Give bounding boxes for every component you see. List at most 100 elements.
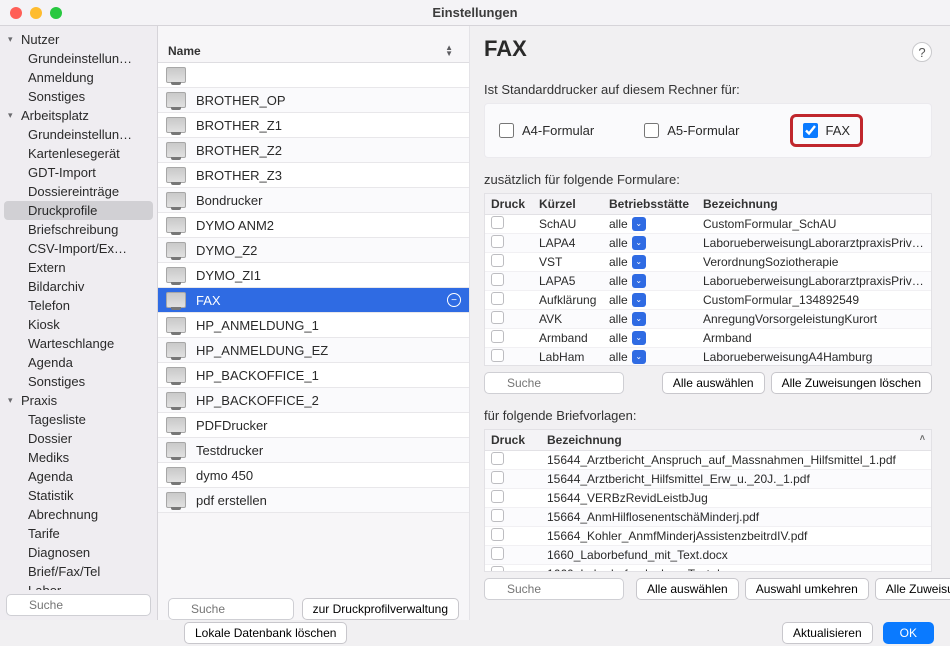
popup-indicator-icon[interactable]: ⌄	[632, 217, 646, 231]
sidebar-item[interactable]: GDT-Import	[0, 163, 157, 182]
printer-row[interactable]: PDFDrucker	[158, 413, 469, 438]
forms-table-body[interactable]: SchAUalle⌄CustomFormular_SchAULAPA4alle⌄…	[485, 215, 931, 365]
ok-button[interactable]: OK	[883, 622, 934, 644]
sidebar-item[interactable]: Abrechnung	[0, 505, 157, 524]
popup-indicator-icon[interactable]: ⌄	[632, 293, 646, 307]
row-checkbox[interactable]	[491, 452, 504, 465]
sidebar-item[interactable]: Tagesliste	[0, 410, 157, 429]
sidebar-item[interactable]: Diagnosen	[0, 543, 157, 562]
forms-row[interactable]: LabHamalle⌄LaborueberweisungA4Hamburg	[485, 348, 931, 365]
letters-invert-selection-button[interactable]: Auswahl umkehren	[745, 578, 869, 600]
forms-row[interactable]: LAPA5alle⌄LaborueberweisungLaborarztprax…	[485, 272, 931, 291]
forms-select-all-button[interactable]: Alle auswählen	[662, 372, 765, 394]
checkbox-input[interactable]	[499, 123, 514, 138]
printer-list-header[interactable]: Name ▲▼	[158, 40, 469, 63]
forms-col-betrieb[interactable]: Betriebsstätte	[609, 197, 703, 211]
printer-row[interactable]: Bondrucker	[158, 188, 469, 213]
default-printer-checkbox[interactable]: A4-Formular	[499, 123, 594, 138]
printer-row[interactable]: DYMO_Z2	[158, 238, 469, 263]
printer-list[interactable]: BROTHER_OPBROTHER_Z1BROTHER_Z2BROTHER_Z3…	[158, 63, 469, 590]
printer-row[interactable]: BROTHER_Z1	[158, 113, 469, 138]
default-printer-checkbox[interactable]: FAX	[803, 123, 851, 138]
sidebar-item[interactable]: Mediks	[0, 448, 157, 467]
forms-row[interactable]: Aufklärungalle⌄CustomFormular_134892549	[485, 291, 931, 310]
sidebar-item[interactable]: Druckprofile	[4, 201, 153, 220]
letters-row[interactable]: 1660_Laborbefund_mit_Text.docx	[485, 546, 931, 565]
printer-row[interactable]: HP_ANMELDUNG_EZ	[158, 338, 469, 363]
sidebar-item[interactable]: Kartenlesegerät	[0, 144, 157, 163]
row-checkbox[interactable]	[491, 547, 504, 560]
row-checkbox[interactable]	[491, 490, 504, 503]
letters-row[interactable]: 15664_AnmHilflosenentschäMinderj.pdf	[485, 508, 931, 527]
zoom-window-button[interactable]	[50, 7, 62, 19]
forms-col-kuerzel[interactable]: Kürzel	[539, 197, 609, 211]
letters-col-druck[interactable]: Druck	[491, 433, 547, 447]
delete-local-db-button[interactable]: Lokale Datenbank löschen	[184, 622, 347, 644]
letters-table-body[interactable]: 15644_Arztbericht_Anspruch_auf_Massnahme…	[485, 451, 931, 571]
letters-delete-all-button[interactable]: Alle Zuweisungen löschen	[875, 578, 950, 600]
printer-row[interactable]: BROTHER_OP	[158, 88, 469, 113]
letters-row[interactable]: 1660_Laborbefund_ohne_Text.docx	[485, 565, 931, 571]
sidebar-item[interactable]: Grundeinstellun…	[0, 125, 157, 144]
refresh-button[interactable]: Aktualisieren	[782, 622, 873, 644]
sidebar-item[interactable]: Briefschreibung	[0, 220, 157, 239]
chevron-down-icon[interactable]: ▾	[8, 395, 18, 406]
forms-row[interactable]: AVKalle⌄AnregungVorsorgeleistungKurort	[485, 310, 931, 329]
sidebar-item[interactable]: Dossier	[0, 429, 157, 448]
printer-row[interactable]: Testdrucker	[158, 438, 469, 463]
sidebar-item[interactable]: Labor	[0, 581, 157, 590]
row-checkbox[interactable]	[491, 216, 504, 229]
printer-row[interactable]: pdf erstellen	[158, 488, 469, 513]
sidebar-item[interactable]: Tarife	[0, 524, 157, 543]
printer-row[interactable]: HP_BACKOFFICE_1	[158, 363, 469, 388]
row-checkbox[interactable]	[491, 273, 504, 286]
forms-row[interactable]: VSTalle⌄VerordnungSoziotherapie	[485, 253, 931, 272]
sidebar-item[interactable]: Kiosk	[0, 315, 157, 334]
sidebar-item[interactable]: Dossiereinträge	[0, 182, 157, 201]
row-checkbox[interactable]	[491, 254, 504, 267]
sidebar-item[interactable]: Sonstiges	[0, 372, 157, 391]
letters-row[interactable]: 15644_VERBzRevidLeistbJug	[485, 489, 931, 508]
printer-search-input[interactable]	[168, 598, 294, 620]
row-checkbox[interactable]	[491, 235, 504, 248]
checkbox-input[interactable]	[644, 123, 659, 138]
letters-row[interactable]: 15664_Kohler_AnmfMinderjAssistenzbeitrdI…	[485, 527, 931, 546]
sidebar-item[interactable]: Agenda	[0, 467, 157, 486]
sidebar-group-label[interactable]: Nutzer	[21, 32, 59, 47]
forms-row[interactable]: Armbandalle⌄Armband	[485, 329, 931, 348]
chevron-down-icon[interactable]: ▾	[8, 34, 18, 45]
popup-indicator-icon[interactable]: ⌄	[632, 331, 646, 345]
row-checkbox[interactable]	[491, 311, 504, 324]
popup-indicator-icon[interactable]: ⌄	[632, 255, 646, 269]
sidebar-item[interactable]: Agenda	[0, 353, 157, 372]
remove-indicator-icon[interactable]: −	[447, 293, 461, 307]
close-window-button[interactable]	[10, 7, 22, 19]
default-printer-checkbox[interactable]: A5-Formular	[644, 123, 739, 138]
sidebar-item[interactable]: Anmeldung	[0, 68, 157, 87]
printer-row[interactable]: BROTHER_Z2	[158, 138, 469, 163]
help-button[interactable]: ?	[912, 42, 932, 62]
printer-row[interactable]: HP_BACKOFFICE_2	[158, 388, 469, 413]
sidebar-group-label[interactable]: Arbeitsplatz	[21, 108, 89, 123]
forms-delete-all-button[interactable]: Alle Zuweisungen löschen	[771, 372, 932, 394]
printer-row[interactable]: HP_ANMELDUNG_1	[158, 313, 469, 338]
popup-indicator-icon[interactable]: ⌄	[632, 312, 646, 326]
sidebar-group-label[interactable]: Praxis	[21, 393, 57, 408]
row-checkbox[interactable]	[491, 330, 504, 343]
popup-indicator-icon[interactable]: ⌄	[632, 274, 646, 288]
printer-row[interactable]: BROTHER_Z3	[158, 163, 469, 188]
sidebar-item[interactable]: Extern	[0, 258, 157, 277]
row-checkbox[interactable]	[491, 566, 504, 571]
printer-row[interactable]: FAX−	[158, 288, 469, 313]
sidebar-item[interactable]: Bildarchiv	[0, 277, 157, 296]
sidebar-item[interactable]: Telefon	[0, 296, 157, 315]
sidebar-item[interactable]: Grundeinstellun…	[0, 49, 157, 68]
chevron-down-icon[interactable]: ▾	[8, 110, 18, 121]
sidebar-search-input[interactable]	[6, 594, 151, 616]
printer-row[interactable]: dymo 450	[158, 463, 469, 488]
row-checkbox[interactable]	[491, 349, 504, 362]
sidebar-item[interactable]: CSV-Import/Ex…	[0, 239, 157, 258]
minimize-window-button[interactable]	[30, 7, 42, 19]
sidebar-item[interactable]: Sonstiges	[0, 87, 157, 106]
letters-col-bezeichnung[interactable]: Bezeichnung	[547, 433, 914, 447]
